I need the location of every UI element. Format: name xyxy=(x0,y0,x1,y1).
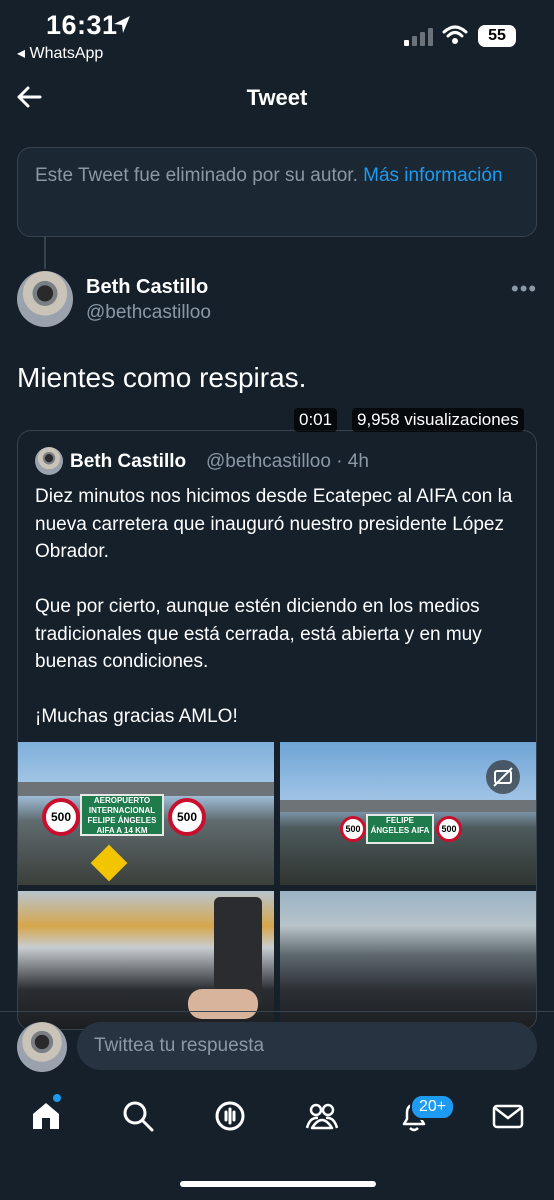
quoted-author-name: Beth Castillo xyxy=(70,451,187,472)
notifications-badge: 20+ xyxy=(410,1094,456,1120)
hand xyxy=(188,989,258,1019)
home-notification-dot xyxy=(53,1094,61,1102)
speed-limit-sign: 500 xyxy=(168,798,206,836)
quoted-tweet-body: Diez minutos nos hicimos desde Ecatepec … xyxy=(35,486,513,727)
video-duration: 0:01 xyxy=(294,408,338,432)
deleted-tweet-notice: Este Tweet fue eliminado por su autor. M… xyxy=(17,147,537,237)
overpass-2 xyxy=(280,800,536,812)
media-image-4[interactable] xyxy=(280,891,536,1029)
communities-icon[interactable] xyxy=(304,1098,340,1134)
status-time: 16:31 xyxy=(46,10,118,40)
media-grid: AEROPUERTO INTERNACIONAL FELIPE ÁNGELES … xyxy=(18,742,536,1029)
media-image-1[interactable]: AEROPUERTO INTERNACIONAL FELIPE ÁNGELES … xyxy=(18,742,274,885)
author-name[interactable]: Beth Castillo xyxy=(86,276,208,299)
warning-sign xyxy=(90,844,128,882)
more-options-icon[interactable]: ••• xyxy=(511,276,537,302)
video-views: 9,958 visualizaciones xyxy=(352,408,524,432)
search-icon[interactable] xyxy=(120,1098,156,1134)
page-title: Tweet xyxy=(246,85,308,110)
highway-sign: AEROPUERTO INTERNACIONAL FELIPE ÁNGELES … xyxy=(80,794,164,836)
location-arrow-icon xyxy=(114,16,130,33)
deleted-notice-text: Este Tweet fue eliminado por su autor. xyxy=(35,165,364,186)
author-handle[interactable]: @bethcastilloo xyxy=(86,302,211,324)
speed-limit-sign-left: 500 xyxy=(42,798,80,836)
spaces-icon[interactable] xyxy=(212,1098,248,1134)
home-indicator xyxy=(180,1181,376,1187)
messages-icon[interactable] xyxy=(490,1098,526,1134)
quoted-author-meta: @bethcastilloo · 4h xyxy=(206,451,369,472)
highway-sign-2-text: FELIPE ÁNGELES AIFA xyxy=(370,816,430,835)
captions-off-icon[interactable] xyxy=(486,760,520,794)
reply-input[interactable] xyxy=(77,1022,537,1070)
tweet-text: Mientes como respiras. xyxy=(17,362,307,393)
thread-connector xyxy=(44,237,46,269)
wifi-icon xyxy=(442,25,468,44)
reply-divider xyxy=(0,1011,554,1012)
quoted-author-avatar xyxy=(35,447,63,475)
battery-indicator: 55 xyxy=(478,25,516,47)
media-image-3[interactable] xyxy=(18,891,274,1029)
back-to-whatsapp[interactable]: ◂ WhatsApp xyxy=(17,43,103,63)
speed-limit-sign-2: 500 xyxy=(340,816,366,842)
home-icon[interactable] xyxy=(28,1098,64,1134)
highway-sign-text: AEROPUERTO INTERNACIONAL FELIPE ÁNGELES … xyxy=(87,796,157,835)
speed-limit-sign-3: 500 xyxy=(436,816,462,842)
more-info-link[interactable]: Más información xyxy=(363,165,502,186)
user-avatar[interactable] xyxy=(17,1022,67,1072)
author-avatar[interactable] xyxy=(17,271,73,327)
cellular-signal-icon xyxy=(404,28,433,46)
highway-sign-2: FELIPE ÁNGELES AIFA xyxy=(366,814,434,844)
quoted-tweet[interactable]: Beth Castillo @bethcastilloo · 4h Diez m… xyxy=(17,430,537,1030)
